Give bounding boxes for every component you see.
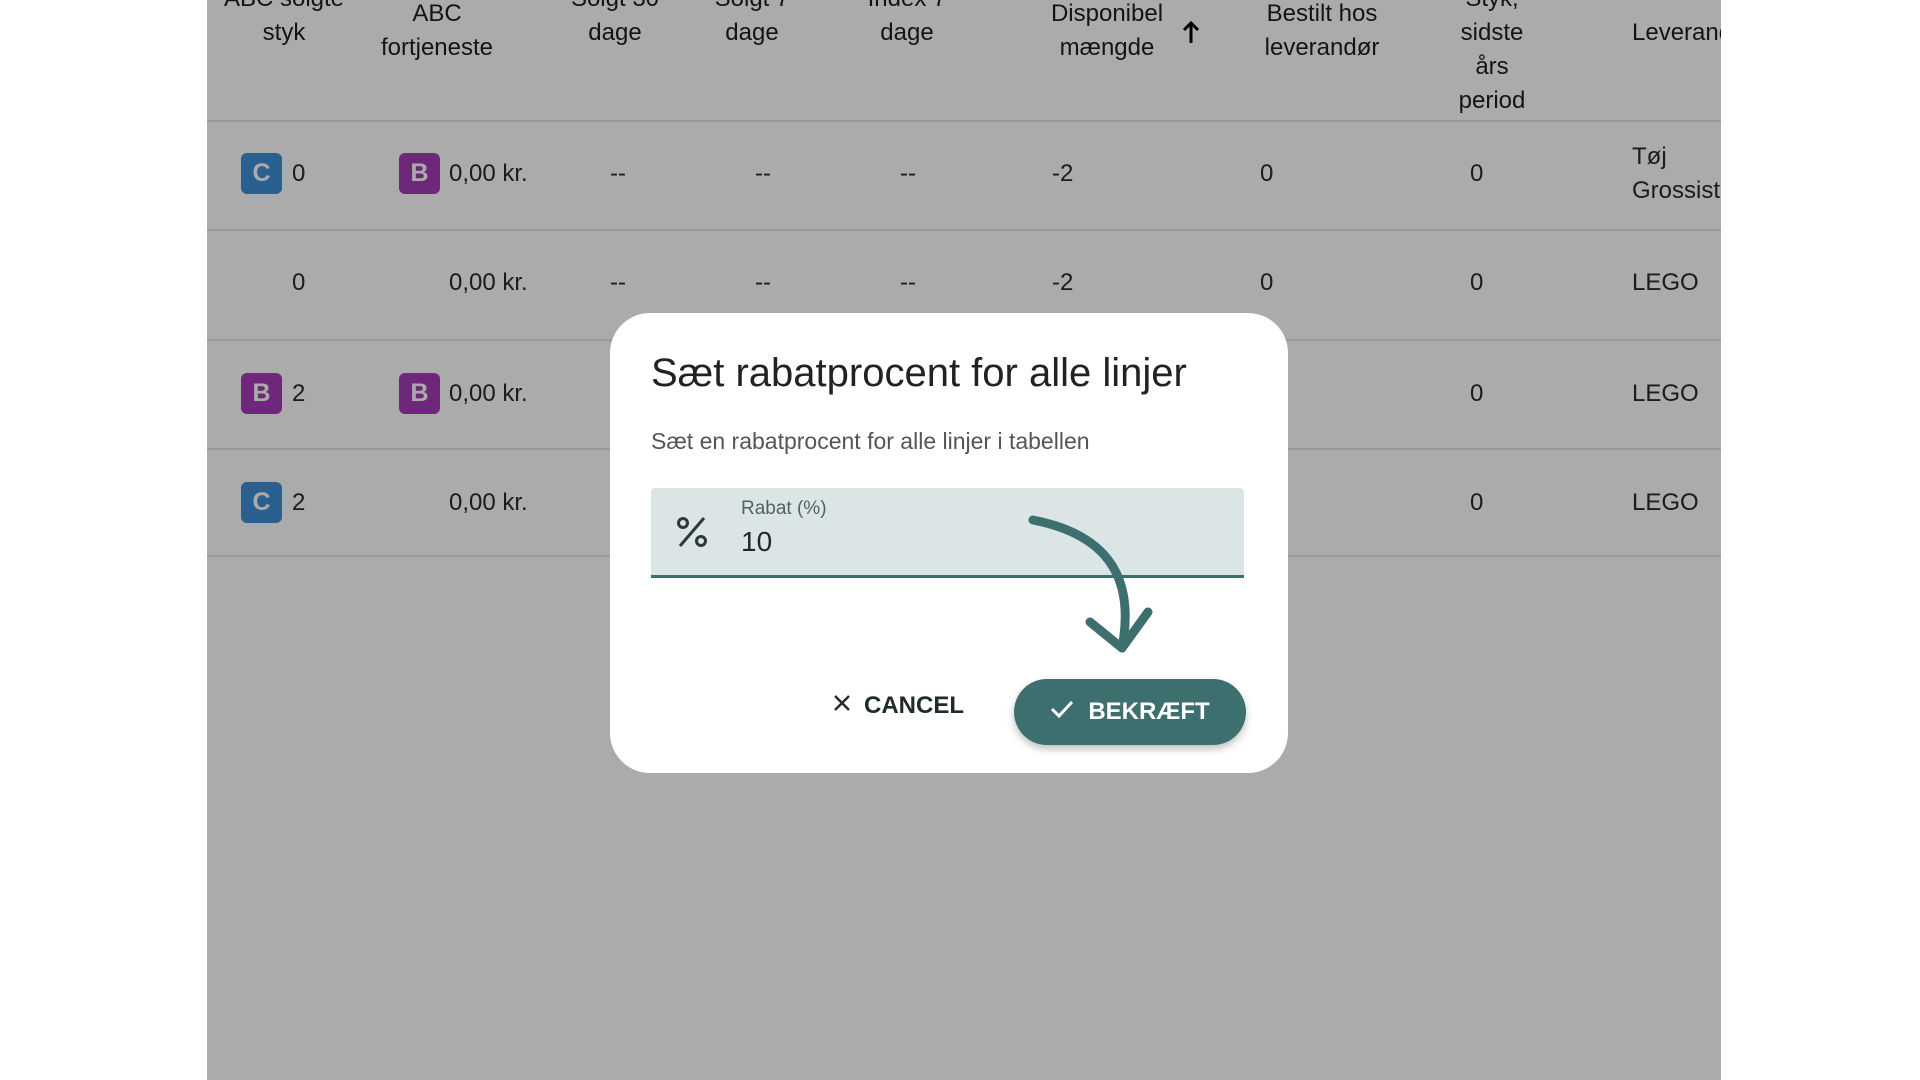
cancel-button-label: CANCEL [864, 692, 964, 719]
discount-input[interactable] [741, 526, 1221, 558]
discount-field-label: Rabat (%) [741, 498, 827, 519]
discount-dialog: Sæt rabatprocent for alle linjer Sæt en … [610, 313, 1288, 773]
confirm-button-label: BEKRÆFT [1088, 698, 1210, 725]
percent-icon [675, 512, 709, 552]
check-icon [1050, 698, 1074, 726]
discount-field[interactable]: Rabat (%) [651, 488, 1244, 578]
dialog-subtitle: Sæt en rabatprocent for alle linjer i ta… [651, 428, 1090, 454]
confirm-button[interactable]: BEKRÆFT [1014, 679, 1246, 745]
close-icon [832, 692, 852, 720]
cancel-button[interactable]: CANCEL [824, 683, 972, 729]
dialog-title: Sæt rabatprocent for alle linjer [651, 351, 1187, 395]
